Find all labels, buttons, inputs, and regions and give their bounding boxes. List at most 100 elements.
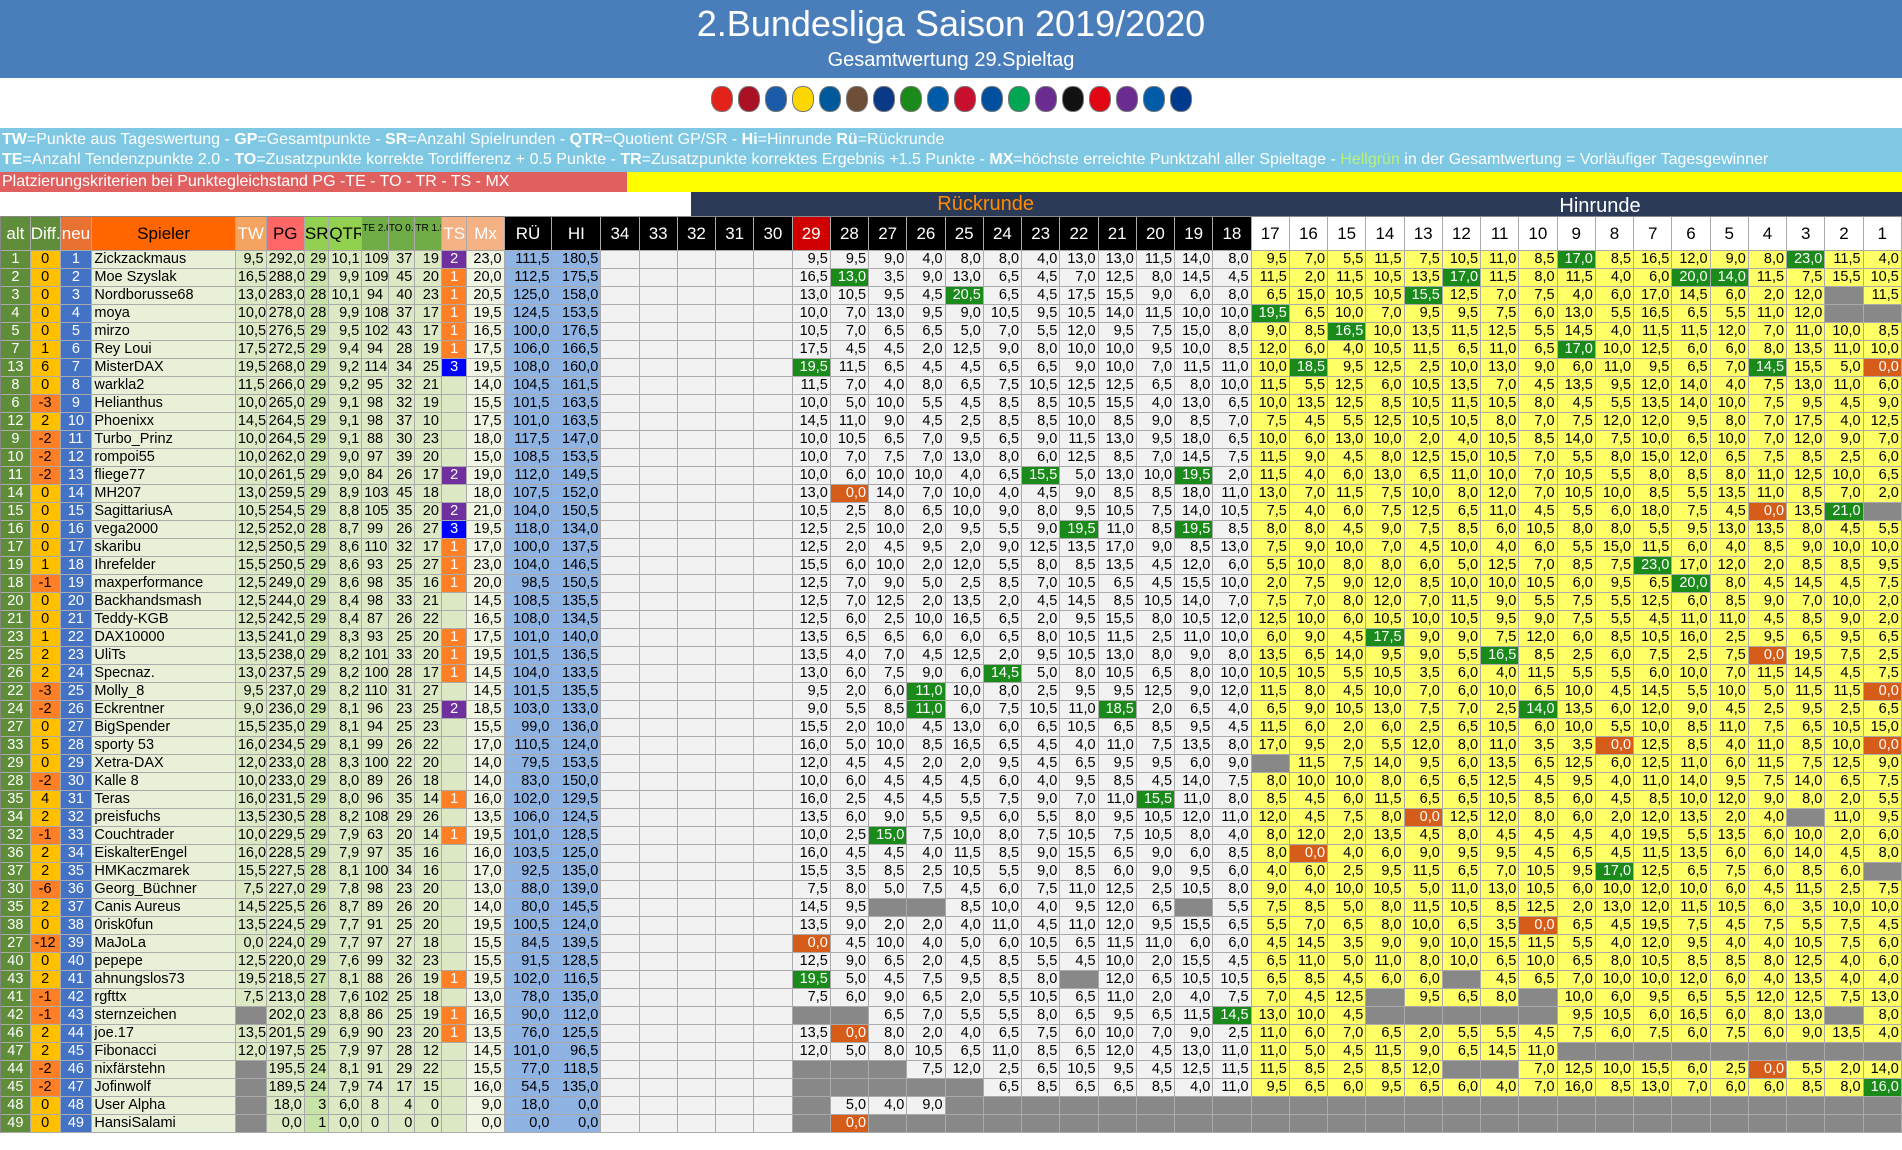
- qtr-value: 8,2: [329, 665, 363, 683]
- round-score: 5,0: [830, 395, 870, 413]
- round-score: 10,0: [945, 827, 984, 845]
- round-score: 8,0: [1328, 557, 1367, 575]
- player-name: nixfärstehn: [92, 1061, 236, 1079]
- round-score: 9,5: [1366, 1079, 1405, 1097]
- round-score: [1481, 1061, 1520, 1079]
- round-score: 9,0: [1289, 539, 1329, 557]
- round-score: 10,0: [1787, 827, 1826, 845]
- round-score: 8,0: [830, 881, 870, 899]
- round-score: 10,5: [792, 503, 831, 521]
- round-score: [639, 881, 678, 899]
- round-score: 4,5: [869, 341, 908, 359]
- tr-value: 15: [415, 1079, 442, 1097]
- round-score: 11,5: [1251, 377, 1290, 395]
- round-score: 11,0: [1175, 629, 1214, 647]
- round-score: 3,5: [869, 269, 908, 287]
- tw-value: 7,5: [235, 881, 267, 899]
- rank-new: 25: [60, 683, 93, 701]
- round-score: 7,5: [792, 881, 831, 899]
- rank-diff: -1: [30, 1007, 61, 1025]
- criteria-bar: Platzierungskriterien bei Punktegleichst…: [0, 172, 627, 192]
- round-score: 12,0: [1710, 557, 1749, 575]
- round-score: 7,0: [1672, 1079, 1711, 1097]
- round-score: 8,0: [1213, 323, 1252, 341]
- round-score: 7,5: [1251, 503, 1290, 521]
- round-score: 8,0: [1289, 521, 1329, 539]
- round-score: 9,0: [1481, 593, 1520, 611]
- round-score: [639, 845, 678, 863]
- rank-new: 14: [60, 485, 93, 503]
- round-score: 10,0: [1595, 881, 1635, 899]
- legend-desc: =höchste erreichte Punktzahl aller Spiel…: [1013, 151, 1341, 168]
- round-score: 2,0: [1595, 809, 1635, 827]
- round-score: [1634, 1115, 1673, 1133]
- round-score: [754, 701, 793, 719]
- round-score: [1825, 1115, 1864, 1133]
- rank-new: 1: [60, 251, 93, 269]
- round-score: 6,0: [1289, 863, 1329, 881]
- round-score: 7,0: [1136, 1025, 1176, 1043]
- round-score: 10,0: [1557, 683, 1596, 701]
- round-score: 4,0: [1557, 287, 1596, 305]
- tw-value: 13,5: [235, 1025, 267, 1043]
- round-score: 6,0: [1595, 287, 1635, 305]
- qtr-value: 7,8: [329, 881, 363, 899]
- round-score: 15,5: [1787, 359, 1826, 377]
- round-score: 7,5: [1404, 521, 1443, 539]
- to-value: 29: [388, 809, 416, 827]
- tw-value: 16,0: [235, 845, 267, 863]
- hi-value: 128,5: [552, 953, 602, 971]
- round-score: [754, 287, 793, 305]
- round-score: [716, 611, 755, 629]
- round-score: 6,0: [1825, 863, 1864, 881]
- round-score: [754, 557, 793, 575]
- round-score: 8,5: [1289, 899, 1329, 917]
- header-round-26: 26: [907, 217, 946, 251]
- round-score: 4,5: [1404, 827, 1443, 845]
- pg-value: 244,0: [266, 593, 305, 611]
- round-score: 4,5: [907, 647, 946, 665]
- te-value: 86: [362, 1007, 389, 1025]
- round-score: 4,0: [1328, 341, 1367, 359]
- ts-value: [441, 809, 468, 827]
- round-score: 13,0: [792, 485, 831, 503]
- round-score: 15,0: [1863, 719, 1902, 737]
- round-score: 6,0: [1672, 593, 1711, 611]
- round-score: [754, 539, 793, 557]
- round-score: 5,0: [1328, 899, 1367, 917]
- round-score: 5,0: [830, 1097, 870, 1115]
- round-score: [601, 413, 640, 431]
- round-score: 8,5: [1787, 449, 1826, 467]
- round-score: [601, 683, 640, 701]
- round-score: 6,0: [1748, 845, 1788, 863]
- round-score: 4,0: [945, 917, 984, 935]
- rank-diff: 2: [30, 971, 61, 989]
- to-value: 40: [388, 287, 416, 305]
- round-score: 8,5: [1519, 647, 1558, 665]
- round-score: 11,5: [1825, 683, 1864, 701]
- qtr-value: 8,7: [329, 521, 363, 539]
- round-score: 8,5: [1634, 485, 1673, 503]
- round-score: 6,0: [1251, 629, 1290, 647]
- round-score: 10,0: [1672, 665, 1711, 683]
- round-score: 12,0: [1595, 413, 1635, 431]
- round-score: 8,5: [1213, 341, 1252, 359]
- hi-value: 135,0: [552, 863, 602, 881]
- round-score: 6,5: [1060, 989, 1099, 1007]
- te-value: 103: [362, 485, 389, 503]
- rank-old: 21: [1, 611, 31, 629]
- round-score: 16,5: [1634, 251, 1673, 269]
- round-score: [1175, 1097, 1214, 1115]
- legend-key: TW: [2, 131, 27, 148]
- round-score: 16,0: [1863, 1079, 1902, 1097]
- round-score: 10,5: [1060, 305, 1099, 323]
- qtr-value: 8,1: [329, 1061, 363, 1079]
- round-score: 6,5: [1787, 629, 1826, 647]
- round-score: 13,5: [792, 809, 831, 827]
- round-score: 10,5: [1481, 719, 1520, 737]
- legend-desc: =Quotient GP/SR -: [603, 131, 742, 148]
- round-score: 9,5: [830, 251, 870, 269]
- round-score: 5,0: [1060, 467, 1099, 485]
- round-score: [639, 629, 678, 647]
- round-score: 7,5: [1672, 917, 1711, 935]
